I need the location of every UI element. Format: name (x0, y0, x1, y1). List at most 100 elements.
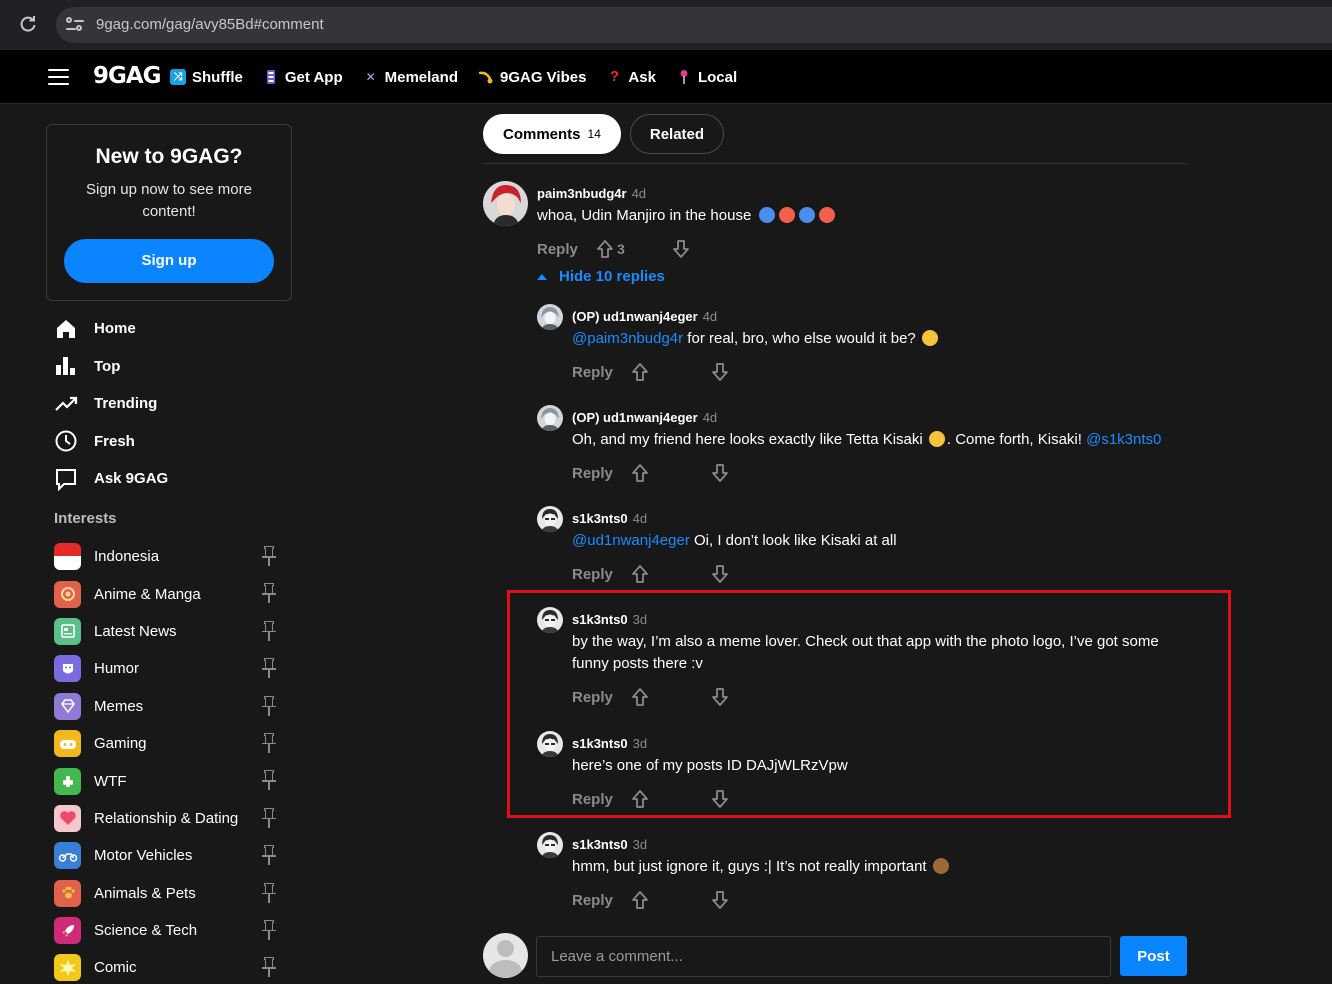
pin-icon[interactable] (262, 620, 276, 643)
url-text[interactable]: 9gag.com/gag/avy85Bd#comment (96, 16, 324, 33)
main-nav: Home Top Trending Fresh Ask 9GAG (54, 310, 168, 498)
nav-memeland[interactable]: ✕ Memeland (363, 66, 458, 88)
interest-item[interactable]: Comic (54, 949, 284, 984)
menu-icon[interactable] (48, 69, 69, 85)
reply-button[interactable]: Reply (537, 241, 595, 258)
comment-time: 3d (632, 837, 648, 852)
post-button[interactable]: Post (1120, 936, 1187, 976)
nav-home[interactable]: Home (54, 310, 168, 348)
interest-item[interactable]: Indonesia (54, 538, 284, 575)
comment-time: 3d (632, 736, 648, 751)
upvote-icon[interactable] (630, 789, 650, 809)
downvote-icon[interactable] (710, 789, 730, 809)
pin-icon[interactable] (262, 658, 276, 680)
nav-home-label: Home (94, 320, 136, 338)
nav-9gag-vibes[interactable]: 9GAG Vibes (478, 66, 586, 88)
nav-top[interactable]: Top (54, 348, 168, 386)
downvote-icon[interactable] (710, 564, 730, 584)
comment-text: here’s one of my posts ID DAJjWLRzVpw (572, 757, 848, 774)
reply-button[interactable]: Reply (572, 566, 630, 583)
interest-item[interactable]: Anime & Manga (54, 575, 284, 612)
upvote-icon[interactable] (630, 362, 650, 382)
comment-author[interactable]: s1k3nts0 (572, 511, 628, 526)
comment-text-body: for real, bro, who else would it be? (683, 330, 920, 347)
comment-author[interactable]: s1k3nts0 (572, 612, 628, 627)
interest-label: Gaming (94, 735, 147, 753)
hide-replies-button[interactable]: Hide 10 replies (537, 268, 665, 285)
reload-icon[interactable] (18, 14, 38, 34)
tab-comments[interactable]: Comments 14 (483, 114, 621, 154)
pin-icon[interactable] (262, 732, 276, 755)
avatar[interactable] (537, 607, 563, 633)
downvote-icon[interactable] (710, 890, 730, 910)
comment-author[interactable]: s1k3nts0 (572, 736, 628, 751)
upvote-icon[interactable] (630, 564, 650, 584)
avatar[interactable] (537, 405, 563, 431)
downvote-icon[interactable] (710, 687, 730, 707)
comment-time: 4d (631, 186, 647, 201)
interest-item[interactable]: Motor Vehicles (54, 837, 284, 874)
comment-author[interactable]: s1k3nts0 (572, 837, 628, 852)
pin-icon[interactable] (262, 882, 276, 905)
shuffle-icon: ⤨ (170, 69, 186, 85)
pin-icon[interactable] (262, 770, 276, 792)
interest-item[interactable]: Memes (54, 688, 284, 725)
nav-label: 9GAG Vibes (499, 68, 587, 86)
signup-button[interactable]: Sign up (64, 239, 274, 283)
downvote-icon[interactable] (671, 239, 691, 259)
interest-item[interactable]: Relationship & Dating (54, 800, 284, 837)
comment-header: s1k3nts0 3d (572, 612, 647, 627)
reply-button[interactable]: Reply (572, 791, 630, 808)
mention-link[interactable]: @s1k3nts0 (1086, 431, 1161, 448)
address-bar[interactable]: 9gag.com/gag/avy85Bd#comment (56, 7, 1332, 43)
nav-ask-9gag[interactable]: Ask 9GAG (54, 460, 168, 498)
nav-label: Shuffle (192, 68, 243, 86)
avatar[interactable] (537, 304, 563, 330)
downvote-icon[interactable] (710, 362, 730, 382)
downvote-icon[interactable] (710, 463, 730, 483)
reply-button[interactable]: Reply (572, 465, 630, 482)
avatar[interactable] (537, 731, 563, 757)
interest-item[interactable]: Science & Tech (54, 912, 284, 949)
interest-item[interactable]: Animals & Pets (54, 875, 284, 912)
nav-ask[interactable]: ? Ask (606, 66, 656, 88)
mention-link[interactable]: @ud1nwanj4eger (572, 532, 690, 549)
reply-button[interactable]: Reply (572, 892, 630, 909)
mention-link[interactable]: @paim3nbudg4r (572, 330, 683, 347)
nav-get-app[interactable]: Get App (263, 66, 343, 88)
comment-author[interactable]: (OP) ud1nwanj4eger (572, 309, 698, 324)
pin-icon[interactable] (262, 957, 276, 979)
comment-author[interactable]: paim3nbudg4r (537, 186, 627, 201)
pin-icon[interactable] (262, 807, 276, 830)
comment-time: 4d (702, 410, 718, 425)
upvote-icon[interactable] (630, 687, 650, 707)
avatar[interactable] (483, 181, 528, 226)
site-settings-icon[interactable] (66, 16, 84, 34)
nav-local[interactable]: Local (676, 66, 737, 88)
avatar[interactable] (537, 506, 563, 532)
pin-icon[interactable] (262, 845, 276, 867)
tabs-divider (483, 163, 1187, 164)
pin-icon[interactable] (262, 583, 276, 605)
reply-button[interactable]: Reply (572, 364, 630, 381)
pin-icon[interactable] (262, 919, 276, 942)
upvote-icon[interactable] (630, 463, 650, 483)
pin-icon[interactable] (262, 695, 276, 718)
interest-item[interactable]: Gaming (54, 725, 284, 762)
interest-item[interactable]: WTF (54, 762, 284, 799)
pin-icon[interactable] (262, 546, 276, 568)
tab-related[interactable]: Related (629, 114, 725, 154)
nav-fresh[interactable]: Fresh (54, 423, 168, 461)
comment-input[interactable] (536, 936, 1111, 977)
upvote-icon[interactable] (595, 239, 615, 259)
nav-trending[interactable]: Trending (54, 385, 168, 423)
upvote-icon[interactable] (630, 890, 650, 910)
reply-button[interactable]: Reply (572, 689, 630, 706)
comment-author[interactable]: (OP) ud1nwanj4eger (572, 410, 698, 425)
nav-shuffle[interactable]: ⤨ Shuffle (170, 66, 243, 88)
interest-item[interactable]: Latest News (54, 613, 284, 650)
interest-item[interactable]: Humor (54, 650, 284, 687)
site-logo[interactable]: 9GAG (93, 63, 162, 89)
avatar[interactable] (537, 832, 563, 858)
comment-actions: Reply (572, 687, 730, 707)
